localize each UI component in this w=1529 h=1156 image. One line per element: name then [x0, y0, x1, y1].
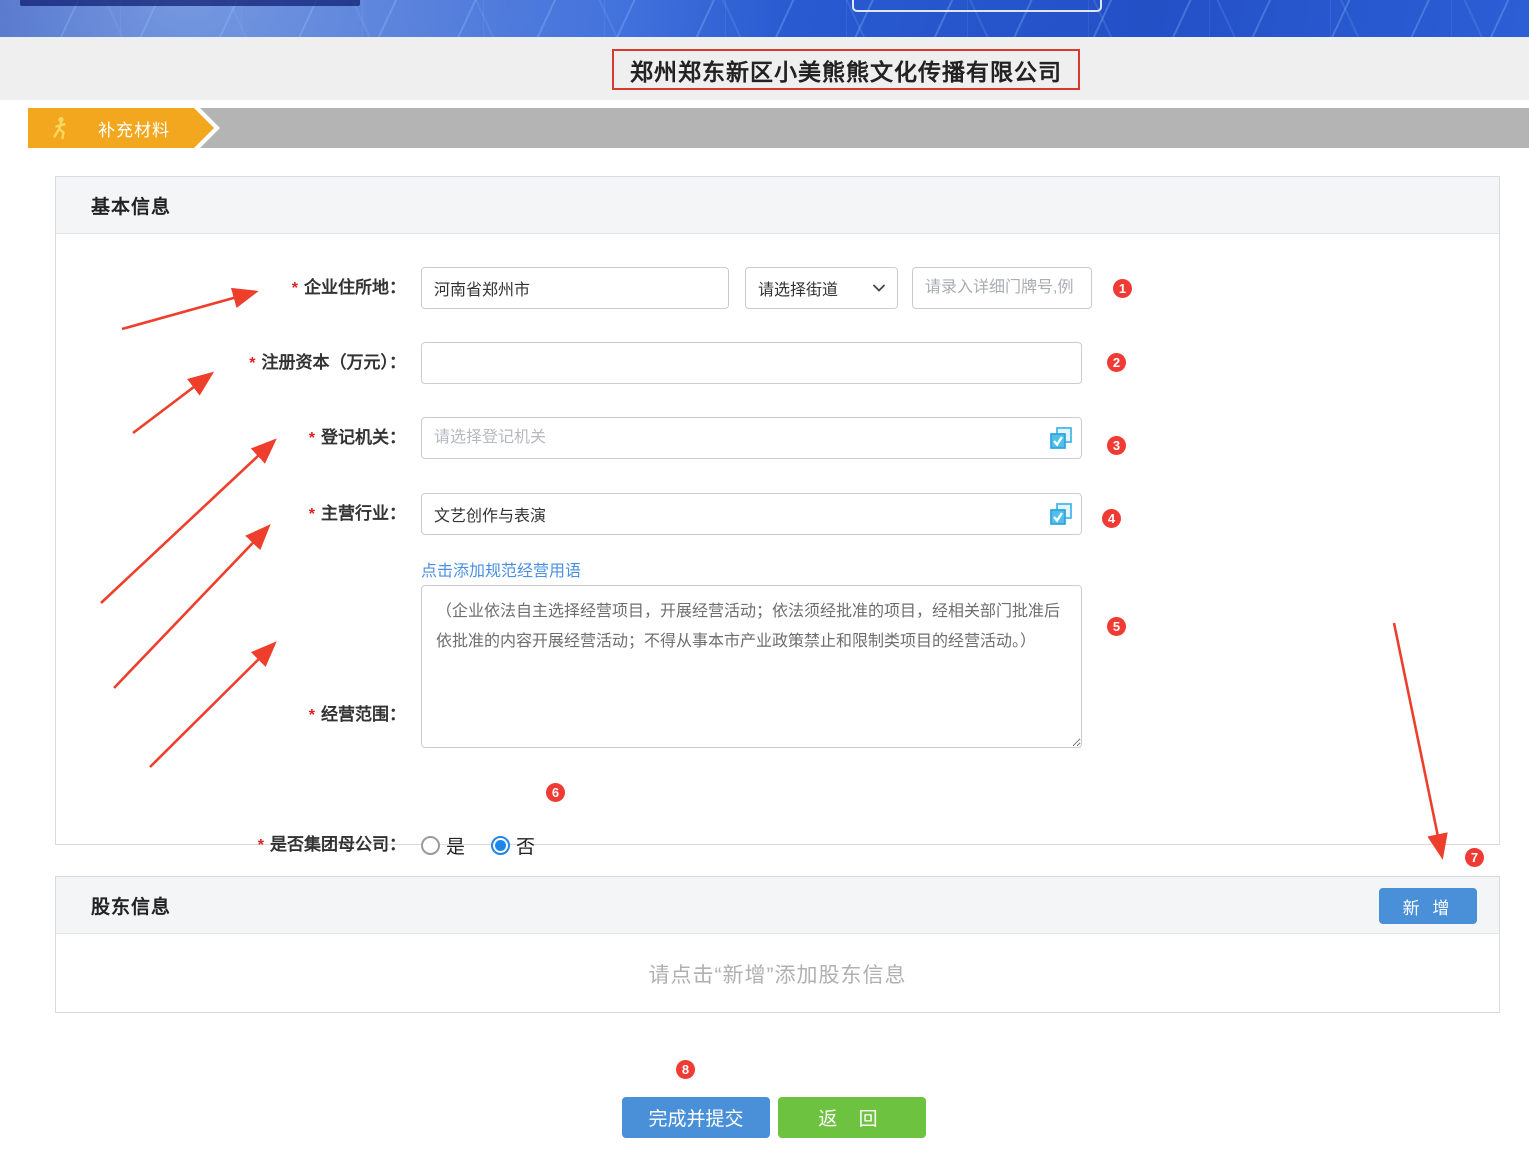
radio-no[interactable]: 否 — [491, 832, 535, 859]
basic-info-panel: 基本信息 *企业住所地： 请选择街道 *注册资本（万元）： *登记机关： — [55, 176, 1500, 845]
step-tab-label: 补充材料 — [98, 116, 170, 141]
capital-input[interactable] — [421, 342, 1082, 384]
industry-input[interactable] — [421, 493, 1082, 535]
picker-checkbox-icon[interactable] — [1049, 426, 1073, 455]
street-select-value: 请选择街道 — [758, 276, 838, 300]
shareholder-empty-hint: 请点击“新增”添加股东信息 — [56, 934, 1499, 1013]
address-region-input[interactable] — [421, 267, 729, 309]
business-scope-textarea[interactable] — [421, 585, 1082, 748]
required-asterisk: * — [292, 280, 298, 297]
address-label: *企业住所地： — [56, 267, 406, 310]
required-asterisk: * — [258, 837, 264, 854]
group-parent-label: *是否集团母公司： — [56, 831, 406, 860]
address-detail-input[interactable] — [912, 267, 1092, 309]
industry-label: *主营行业： — [56, 493, 406, 536]
banner-searchbox-remnant — [852, 0, 1102, 12]
picker-checkbox-icon[interactable] — [1049, 502, 1073, 531]
radio-yes[interactable]: 是 — [421, 832, 465, 859]
authority-label: *登记机关： — [56, 417, 406, 460]
radio-yes-label: 是 — [446, 832, 465, 859]
required-asterisk: * — [309, 506, 315, 523]
banner-text-remnant — [20, 0, 360, 6]
top-banner — [0, 0, 1529, 37]
radio-yes-circle[interactable] — [421, 836, 440, 855]
shareholder-header: 股东信息 新 增 — [56, 877, 1499, 934]
scope-label: *经营范围： — [56, 694, 406, 737]
shareholder-panel: 股东信息 新 增 请点击“新增”添加股东信息 — [55, 876, 1500, 1013]
shareholder-title: 股东信息 — [91, 892, 171, 919]
authority-input[interactable] — [421, 417, 1082, 459]
walking-person-icon — [50, 116, 70, 140]
chevron-down-icon — [873, 279, 885, 297]
title-strip: 郑州郑东新区小美熊熊文化传播有限公司 — [0, 37, 1529, 100]
basic-info-header: 基本信息 — [56, 177, 1499, 234]
step-bar-track — [160, 108, 1529, 148]
street-select[interactable]: 请选择街道 — [745, 267, 898, 309]
radio-no-circle[interactable] — [491, 836, 510, 855]
submit-button[interactable]: 完成并提交 — [622, 1097, 770, 1138]
required-asterisk: * — [309, 430, 315, 447]
add-shareholder-button[interactable]: 新 增 — [1379, 888, 1477, 924]
annotation-badge-8: 8 — [676, 1060, 695, 1079]
step-tab-supplement-material[interactable]: 补充材料 — [28, 108, 214, 148]
company-title: 郑州郑东新区小美熊熊文化传播有限公司 — [612, 49, 1080, 90]
basic-info-title: 基本信息 — [91, 192, 171, 219]
step-tab-row: 补充材料 — [0, 108, 1529, 148]
add-standard-terms-link[interactable]: 点击添加规范经营用语 — [421, 557, 581, 581]
back-button[interactable]: 返 回 — [778, 1097, 926, 1138]
required-asterisk: * — [249, 355, 255, 372]
required-asterisk: * — [309, 707, 315, 724]
radio-no-label: 否 — [516, 832, 535, 859]
capital-label: *注册资本（万元）： — [56, 342, 406, 385]
annotation-badge-7: 7 — [1465, 848, 1484, 867]
